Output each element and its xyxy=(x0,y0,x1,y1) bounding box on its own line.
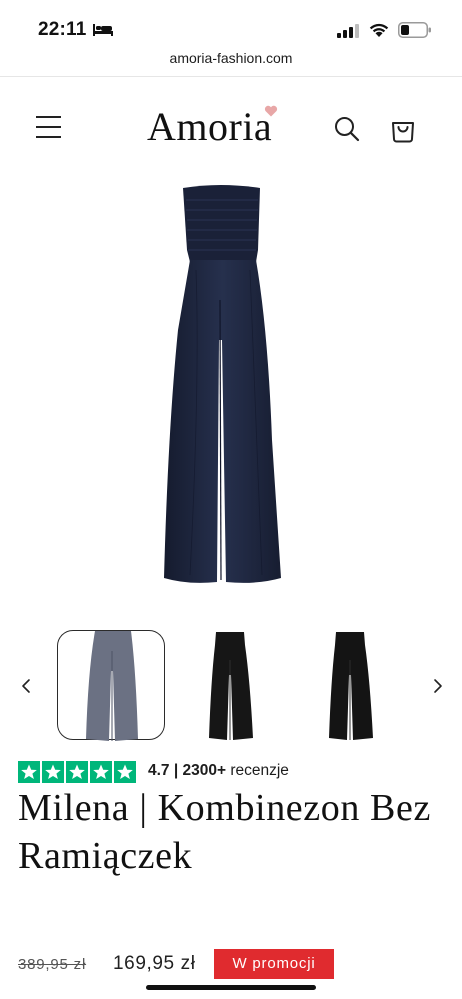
battery-icon xyxy=(398,22,432,43)
cart-icon xyxy=(392,122,414,143)
rating-text: 4.7 | 2300+ recenzje xyxy=(148,762,289,780)
rating-row[interactable]: 4.7 | 2300+ recenzje xyxy=(18,760,438,784)
star-icon xyxy=(66,761,88,783)
sale-price: 169,95 zł xyxy=(113,953,196,974)
url-text: amoria-fashion.com xyxy=(169,50,293,66)
status-bar: 22:11 xyxy=(0,0,462,48)
url-bar[interactable]: amoria-fashion.com xyxy=(0,48,462,76)
wifi-icon xyxy=(368,22,390,43)
thumbnail-3[interactable] xyxy=(296,630,404,740)
carousel-prev-button[interactable] xyxy=(17,674,37,698)
old-price: 389,95 zł xyxy=(18,956,87,973)
star-icon xyxy=(18,761,40,783)
thumbnail-2[interactable] xyxy=(176,630,284,740)
site-header: Amoria xyxy=(0,77,462,177)
carousel-next-button[interactable] xyxy=(427,674,447,698)
heart-icon xyxy=(264,104,278,122)
thumbnail-carousel xyxy=(0,630,462,742)
status-time: 22:11 xyxy=(38,19,87,40)
menu-icon xyxy=(36,116,61,138)
search-button[interactable] xyxy=(333,115,361,143)
star-icon xyxy=(90,761,112,783)
thumbnail-1[interactable] xyxy=(57,630,165,741)
price-row: 389,95 zł 169,95 zł W promocji xyxy=(18,949,448,979)
cart-button[interactable] xyxy=(388,114,418,144)
star-icon xyxy=(42,761,64,783)
menu-button[interactable] xyxy=(34,113,64,141)
search-icon xyxy=(335,117,360,142)
home-indicator[interactable] xyxy=(146,985,316,990)
chevron-right-icon xyxy=(434,679,442,693)
rating-score: 4.7 | 2300+ xyxy=(148,762,227,779)
sale-badge: W promocji xyxy=(214,949,334,979)
rating-reviews-label: recenzje xyxy=(230,762,289,779)
star-icon xyxy=(114,761,136,783)
bed-icon xyxy=(92,23,114,42)
site-logo[interactable]: Amoria xyxy=(147,103,272,150)
cellular-signal-icon xyxy=(337,24,359,43)
product-title: Milena | Kombinezon Bez Ramiączek xyxy=(18,787,431,877)
product-main-image[interactable] xyxy=(0,180,462,600)
chevron-left-icon xyxy=(22,679,30,693)
